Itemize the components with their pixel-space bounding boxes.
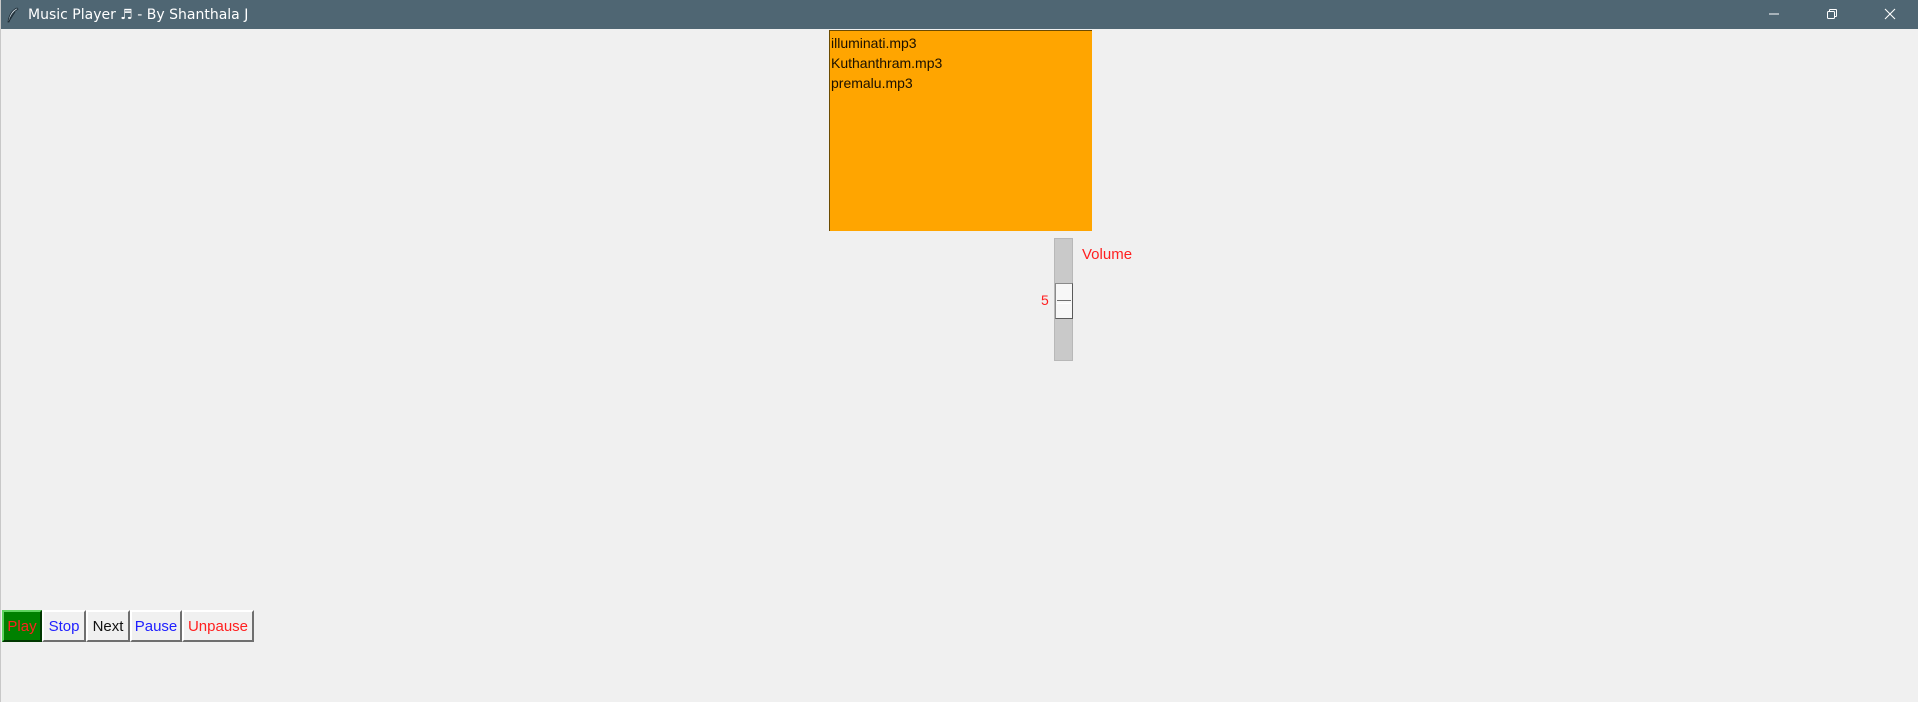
volume-slider-handle[interactable] xyxy=(1055,283,1073,319)
title-bar[interactable]: Music Player ♬ - By Shanthala J xyxy=(1,0,1918,29)
restore-icon xyxy=(1826,5,1838,24)
next-button[interactable]: Next xyxy=(86,610,130,642)
stop-button[interactable]: Stop xyxy=(42,610,86,642)
restore-button[interactable] xyxy=(1803,0,1861,29)
playlist-item[interactable]: premalu.mp3 xyxy=(831,73,1092,93)
minimize-icon xyxy=(1768,5,1780,24)
playlist-item[interactable]: illuminati.mp3 xyxy=(831,33,1092,53)
play-button[interactable]: Play xyxy=(2,610,42,642)
window-title: Music Player ♬ - By Shanthala J xyxy=(28,6,249,23)
volume-value: 5 xyxy=(1041,292,1049,308)
slider-grip xyxy=(1057,300,1071,304)
pause-button[interactable]: Pause xyxy=(130,610,182,642)
playback-controls: Play Stop Next Pause Unpause xyxy=(2,610,254,642)
feather-icon xyxy=(5,7,21,23)
volume-label: Volume xyxy=(1082,246,1133,263)
close-button[interactable] xyxy=(1861,0,1918,29)
playlist-item[interactable]: Kuthanthram.mp3 xyxy=(831,53,1092,73)
unpause-button[interactable]: Unpause xyxy=(182,610,254,642)
close-icon xyxy=(1884,5,1896,24)
minimize-button[interactable] xyxy=(1745,0,1803,29)
playlist-listbox[interactable]: illuminati.mp3 Kuthanthram.mp3 premalu.m… xyxy=(829,30,1092,231)
window-controls xyxy=(1745,0,1918,29)
music-player-window: Music Player ♬ - By Shanthala J illumina… xyxy=(0,0,1918,702)
